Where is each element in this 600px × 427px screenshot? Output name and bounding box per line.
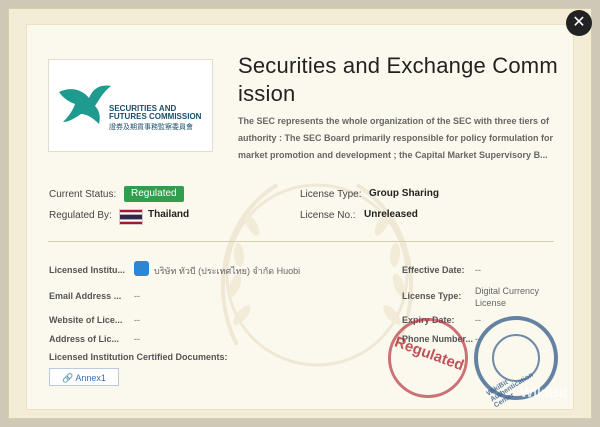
documents-label: Licensed Institution Certified Documents… [49, 352, 228, 362]
close-button[interactable]: ✕ [566, 10, 592, 36]
licensed-institution-label: Licensed Institu... [49, 265, 126, 275]
detail-license-type-label: License Type: [402, 291, 462, 301]
address-value: -- [134, 334, 140, 344]
licensed-institution-value[interactable]: บริษัท ทัวบี (ประเทศไทย) จำกัด Huobi [154, 264, 300, 278]
close-icon: ✕ [572, 14, 586, 31]
institution-title: Securities and Exchange Commission [238, 53, 558, 106]
regulated-stamp-text: Regulated [392, 333, 467, 375]
website-label: Website of Lice... [49, 315, 123, 325]
eagle-logo-icon [59, 85, 111, 124]
status-badge: Regulated [124, 186, 184, 202]
link-icon: 🔗 [62, 373, 74, 383]
license-no-label: License No.: [300, 210, 356, 221]
regulated-stamp: Regulated [388, 318, 468, 398]
regulated-by-value: Thailand [148, 209, 190, 220]
email-value: -- [134, 291, 140, 301]
address-label: Address of Lic... [49, 334, 120, 344]
institution-logo: SECURITIES AND FUTURES COMMISSION 證券及期貨事… [48, 59, 213, 152]
section-divider [48, 241, 554, 242]
website-value: -- [134, 315, 140, 325]
institution-description: The SEC represents the whole organizatio… [238, 116, 554, 160]
annex-button[interactable]: 🔗 Annex1 [49, 368, 119, 386]
annex-label: Annex1 [75, 373, 106, 383]
expiry-date-value: -- [475, 315, 481, 325]
effective-date-value: -- [475, 265, 481, 275]
logo-text-line3: 證券及期貨事務監察委員會 [109, 124, 193, 131]
logo-text-line2: FUTURES COMMISSION [109, 112, 202, 121]
detail-license-type-value: Digital Currency License [475, 286, 540, 308]
huobi-icon [134, 261, 149, 276]
effective-date-label: Effective Date: [402, 265, 465, 275]
license-type-label: License Type: [300, 189, 362, 200]
regulated-by-label: Regulated By: [49, 210, 112, 221]
license-type-value: Group Sharing [369, 188, 439, 199]
wikibit-watermark: WikiBit [520, 384, 568, 400]
license-no-value: Unreleased [364, 209, 418, 220]
thailand-flag-icon [119, 209, 143, 225]
current-status-label: Current Status: [49, 189, 117, 200]
email-label: Email Address ... [49, 291, 122, 301]
